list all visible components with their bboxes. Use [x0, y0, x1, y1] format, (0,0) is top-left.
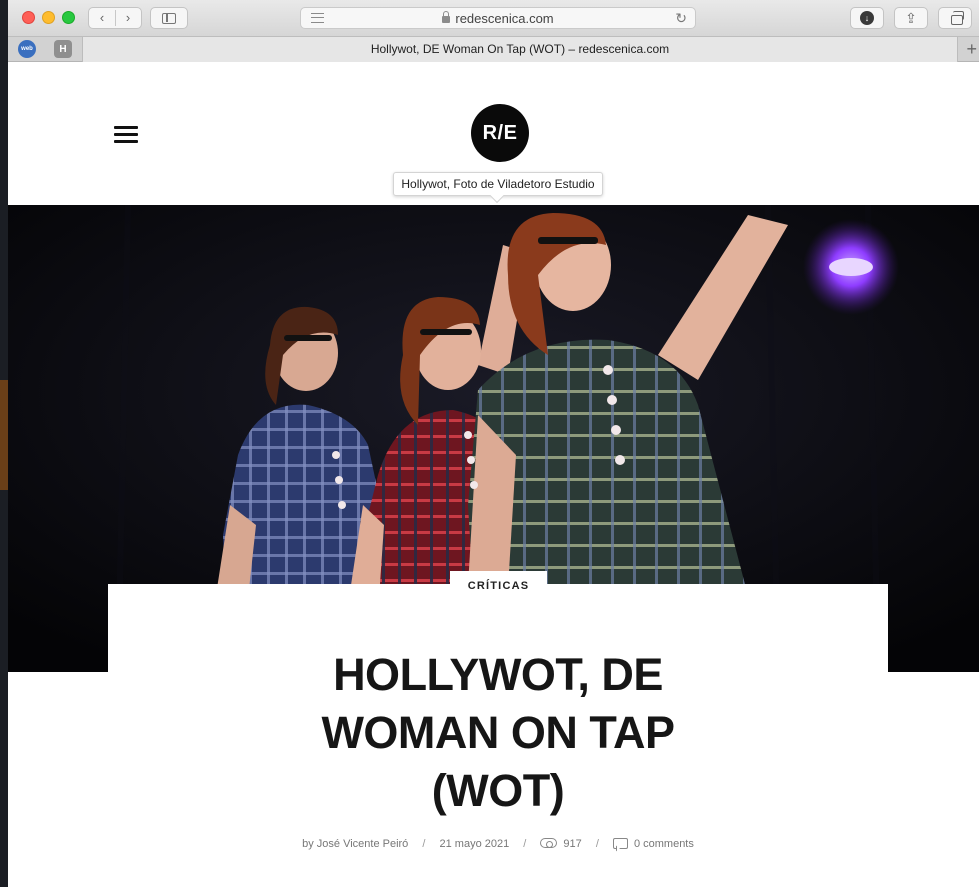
meta-separator: / [595, 838, 599, 850]
url-text: redescenica.com [455, 11, 554, 26]
author-link[interactable]: by José Vicente Peiró [302, 838, 408, 850]
article-card: CRÍTICAS HOLLYWOT, DE WOMAN ON TAP (WOT)… [108, 571, 888, 887]
logo-text: R/E [482, 121, 518, 144]
tabs-overview-icon [950, 10, 964, 25]
fullscreen-window-button[interactable] [62, 11, 75, 24]
tabs-overview-button[interactable] [938, 7, 972, 29]
article-title: HOLLYWOT, DE WOMAN ON TAP (WOT) [108, 646, 888, 820]
pinned-tab-h[interactable]: H [54, 40, 72, 58]
sidebar-icon [162, 12, 176, 24]
back-button[interactable]: ‹ [89, 8, 115, 28]
site-logo[interactable]: R/E [471, 104, 529, 162]
forward-button[interactable]: › [115, 8, 141, 28]
title-line-3: (WOT) [431, 765, 565, 816]
share-button[interactable]: ⇪ [894, 7, 928, 29]
meta-separator: / [422, 838, 426, 850]
plus-icon: + [966, 39, 977, 59]
tab-title: Hollywot, DE Woman On Tap (WOT) – redesc… [370, 42, 670, 56]
article-meta: by José Vicente Peiró / 21 mayo 2021 / 9… [108, 838, 888, 850]
chevron-right-icon: › [125, 10, 131, 25]
close-window-button[interactable] [22, 11, 35, 24]
chevron-left-icon: ‹ [99, 10, 105, 25]
tooltip-text: Hollywot, Foto de Viladetoro Estudio [401, 177, 595, 191]
browser-toolbar: ‹ › redescenica.com ↻ ↓ ⇪ [8, 0, 979, 37]
publish-date: 21 mayo 2021 [439, 838, 510, 850]
share-icon: ⇪ [905, 9, 917, 26]
minimize-window-button[interactable] [42, 11, 55, 24]
meta-separator: / [523, 838, 527, 850]
view-count: 917 [563, 838, 582, 850]
sidebar-toggle-button[interactable] [150, 7, 188, 29]
comments-link[interactable]: 0 comments [634, 838, 694, 850]
reload-icon[interactable]: ↻ [675, 10, 687, 27]
lock-icon [442, 11, 451, 23]
hero-image-tooltip: Hollywot, Foto de Viladetoro Estudio [393, 172, 603, 196]
active-tab[interactable]: Hollywot, DE Woman On Tap (WOT) – redesc… [82, 37, 958, 62]
comment-icon [612, 838, 628, 849]
title-line-1: HOLLYWOT, DE [333, 649, 663, 700]
window-edge [0, 0, 8, 887]
tab-bar: web H Hollywot, DE Woman On Tap (WOT) – … [8, 37, 979, 62]
back-forward-group: ‹ › [88, 7, 142, 29]
pinned-tab-web[interactable]: web [18, 40, 36, 58]
title-line-2: WOMAN ON TAP [321, 707, 675, 758]
eye-icon [540, 838, 558, 848]
menu-button[interactable] [114, 126, 138, 144]
new-tab-button[interactable]: + [966, 39, 977, 59]
address-bar[interactable]: redescenica.com ↻ [300, 7, 696, 29]
category-badge[interactable]: CRÍTICAS [450, 571, 547, 601]
address-text: redescenica.com [301, 11, 695, 26]
downloads-button[interactable]: ↓ [850, 7, 884, 29]
download-icon: ↓ [860, 11, 874, 25]
